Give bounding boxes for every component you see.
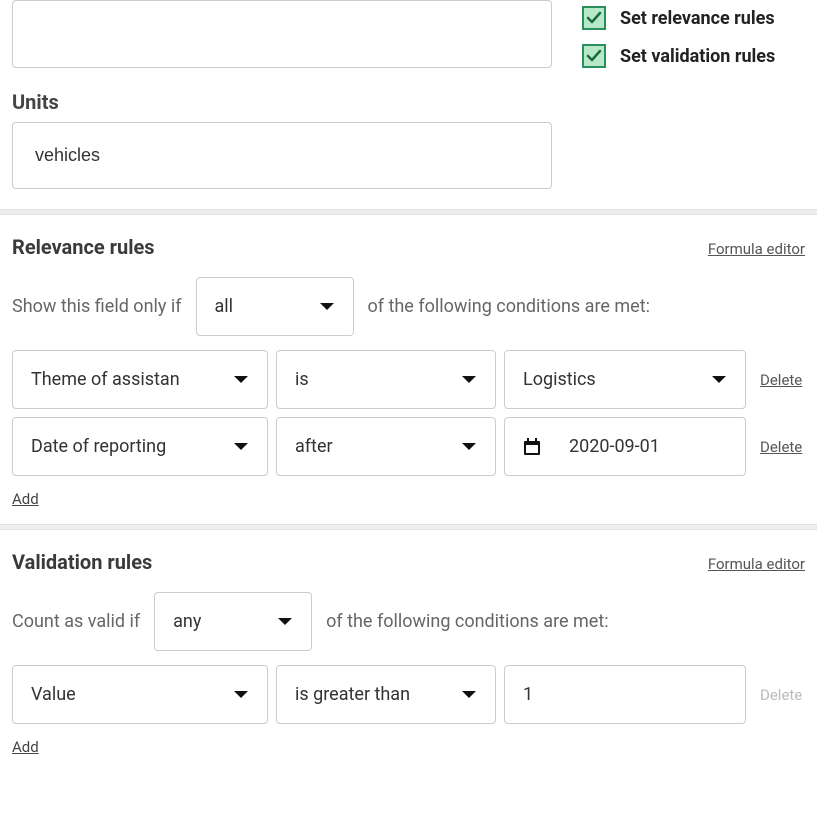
- relevance-date-input[interactable]: 2020-09-01: [504, 417, 746, 476]
- set-relevance-label: Set relevance rules: [620, 8, 775, 29]
- validation-match-mode-select[interactable]: any: [154, 592, 312, 651]
- relevance-operator-select[interactable]: after: [276, 417, 496, 476]
- relevance-intro-prefix: Show this field only if: [12, 296, 182, 317]
- validation-formula-editor-link[interactable]: Formula editor: [708, 555, 805, 573]
- relevance-operator-value: after: [295, 436, 333, 457]
- caret-down-icon: [461, 442, 477, 452]
- relevance-field-value: Date of reporting: [31, 436, 166, 457]
- relevance-condition-row: Theme of assistan is Logistics Delete: [12, 350, 805, 409]
- relevance-field-select[interactable]: Theme of assistan: [12, 350, 268, 409]
- validation-match-mode-value: any: [173, 611, 201, 632]
- validation-condition-row: Value is greater than 1 Delete: [12, 665, 805, 724]
- relevance-condition-row: Date of reporting after 2020-09-01 Delet…: [12, 417, 805, 476]
- relevance-field-value: Theme of assistan: [31, 369, 180, 390]
- calendar-icon: [523, 438, 541, 456]
- validation-title: Validation rules: [12, 550, 152, 574]
- relevance-date-value: 2020-09-01: [569, 436, 660, 457]
- relevance-field-select[interactable]: Date of reporting: [12, 417, 268, 476]
- validation-operator-select[interactable]: is greater than: [276, 665, 496, 724]
- validation-value-text: 1: [523, 684, 533, 705]
- relevance-operator-select[interactable]: is: [276, 350, 496, 409]
- relevance-value-select[interactable]: Logistics: [504, 350, 746, 409]
- relevance-delete-link[interactable]: Delete: [760, 371, 802, 389]
- validation-operator-value: is greater than: [295, 684, 410, 705]
- validation-add-link[interactable]: Add: [12, 738, 39, 756]
- validation-value-input[interactable]: 1: [504, 665, 746, 724]
- checkbox-checked-icon: [582, 44, 606, 68]
- units-input[interactable]: [12, 122, 552, 189]
- caret-down-icon: [319, 302, 335, 312]
- validation-rules-section: Validation rules Formula editor Count as…: [0, 530, 817, 772]
- relevance-add-link[interactable]: Add: [12, 490, 39, 508]
- checkbox-checked-icon: [582, 6, 606, 30]
- relevance-value-text: Logistics: [523, 369, 596, 390]
- caret-down-icon: [461, 690, 477, 700]
- caret-down-icon: [233, 375, 249, 385]
- relevance-intro-suffix: of the following conditions are met:: [368, 296, 650, 317]
- set-validation-checkbox-row[interactable]: Set validation rules: [582, 44, 805, 68]
- validation-delete-link-disabled: Delete: [760, 686, 802, 704]
- relevance-delete-link[interactable]: Delete: [760, 438, 802, 456]
- relevance-match-mode-select[interactable]: all: [196, 277, 354, 336]
- caret-down-icon: [461, 375, 477, 385]
- validation-field-value: Value: [31, 684, 76, 705]
- validation-intro-prefix: Count as valid if: [12, 611, 140, 632]
- relevance-title: Relevance rules: [12, 235, 155, 259]
- units-label: Units: [12, 90, 552, 114]
- caret-down-icon: [233, 690, 249, 700]
- validation-field-select[interactable]: Value: [12, 665, 268, 724]
- caret-down-icon: [711, 375, 727, 385]
- relevance-match-mode-value: all: [215, 296, 234, 317]
- set-relevance-checkbox-row[interactable]: Set relevance rules: [582, 6, 805, 30]
- validation-intro-suffix: of the following conditions are met:: [326, 611, 608, 632]
- set-validation-label: Set validation rules: [620, 46, 775, 67]
- relevance-operator-value: is: [295, 369, 309, 390]
- caret-down-icon: [277, 617, 293, 627]
- empty-field-box[interactable]: [12, 0, 552, 68]
- relevance-formula-editor-link[interactable]: Formula editor: [708, 240, 805, 258]
- caret-down-icon: [233, 442, 249, 452]
- relevance-rules-section: Relevance rules Formula editor Show this…: [0, 215, 817, 524]
